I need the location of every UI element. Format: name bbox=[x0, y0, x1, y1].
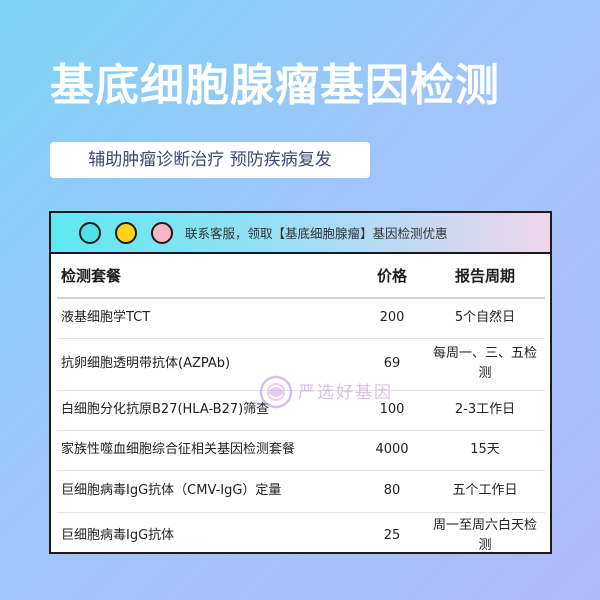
maximize-dot-icon[interactable] bbox=[151, 222, 173, 244]
browser-window: 联系客服，领取【基底细胞腺瘤】基因检测优惠 检测套餐 价格 报告周期 液基细胞学… bbox=[49, 211, 552, 554]
package-price: 25 bbox=[359, 512, 425, 552]
table-row[interactable]: 巨细胞病毒IgG抗体 25 周一至周六白天检测 bbox=[57, 512, 545, 552]
promo-notice[interactable]: 联系客服，领取【基底细胞腺瘤】基因检测优惠 bbox=[185, 213, 448, 254]
package-price: 200 bbox=[359, 298, 425, 339]
report-period: 2-3工作日 bbox=[425, 390, 545, 431]
package-price: 80 bbox=[359, 470, 425, 513]
package-name: 巨细胞病毒IgG抗体（CMV-IgG）定量 bbox=[57, 470, 359, 513]
package-name: 液基细胞学TCT bbox=[57, 298, 359, 339]
report-period: 15天 bbox=[425, 430, 545, 471]
report-period: 每周一、三、五检测 bbox=[425, 338, 545, 391]
package-price: 4000 bbox=[359, 430, 425, 471]
table-row[interactable]: 白细胞分化抗原B27(HLA-B27)筛查 100 2-3工作日 bbox=[57, 390, 545, 431]
report-period: 五个工作日 bbox=[425, 470, 545, 513]
test-package-table: 检测套餐 价格 报告周期 液基细胞学TCT 200 5个自然日 抗卵细胞透明带抗… bbox=[57, 254, 545, 552]
table-row[interactable]: 液基细胞学TCT 200 5个自然日 bbox=[57, 298, 545, 339]
package-name: 抗卵细胞透明带抗体(AZPAb) bbox=[57, 338, 359, 391]
package-name: 巨细胞病毒IgG抗体 bbox=[57, 512, 359, 552]
close-dot-icon[interactable] bbox=[79, 222, 101, 244]
table-row[interactable]: 抗卵细胞透明带抗体(AZPAb) 69 每周一、三、五检测 bbox=[57, 338, 545, 391]
package-name: 白细胞分化抗原B27(HLA-B27)筛查 bbox=[57, 390, 359, 431]
table-row[interactable]: 家族性噬血细胞综合征相关基因检测套餐 4000 15天 bbox=[57, 430, 545, 471]
report-period: 5个自然日 bbox=[425, 298, 545, 339]
package-price: 69 bbox=[359, 338, 425, 391]
subtitle-banner: 辅助肿瘤诊断治疗 预防疾病复发 bbox=[50, 142, 370, 178]
minimize-dot-icon[interactable] bbox=[115, 222, 137, 244]
report-period: 周一至周六白天检测 bbox=[425, 512, 545, 552]
page-title: 基底细胞腺瘤基因检测 bbox=[50, 60, 500, 111]
table-header-row: 检测套餐 价格 报告周期 bbox=[57, 254, 545, 299]
table-row[interactable]: 巨细胞病毒IgG抗体（CMV-IgG）定量 80 五个工作日 bbox=[57, 470, 545, 513]
window-titlebar: 联系客服，领取【基底细胞腺瘤】基因检测优惠 bbox=[51, 213, 550, 254]
package-name: 家族性噬血细胞综合征相关基因检测套餐 bbox=[57, 430, 359, 471]
header-package: 检测套餐 bbox=[57, 254, 359, 299]
package-price: 100 bbox=[359, 390, 425, 431]
header-price: 价格 bbox=[359, 254, 425, 299]
header-period: 报告周期 bbox=[425, 254, 545, 299]
